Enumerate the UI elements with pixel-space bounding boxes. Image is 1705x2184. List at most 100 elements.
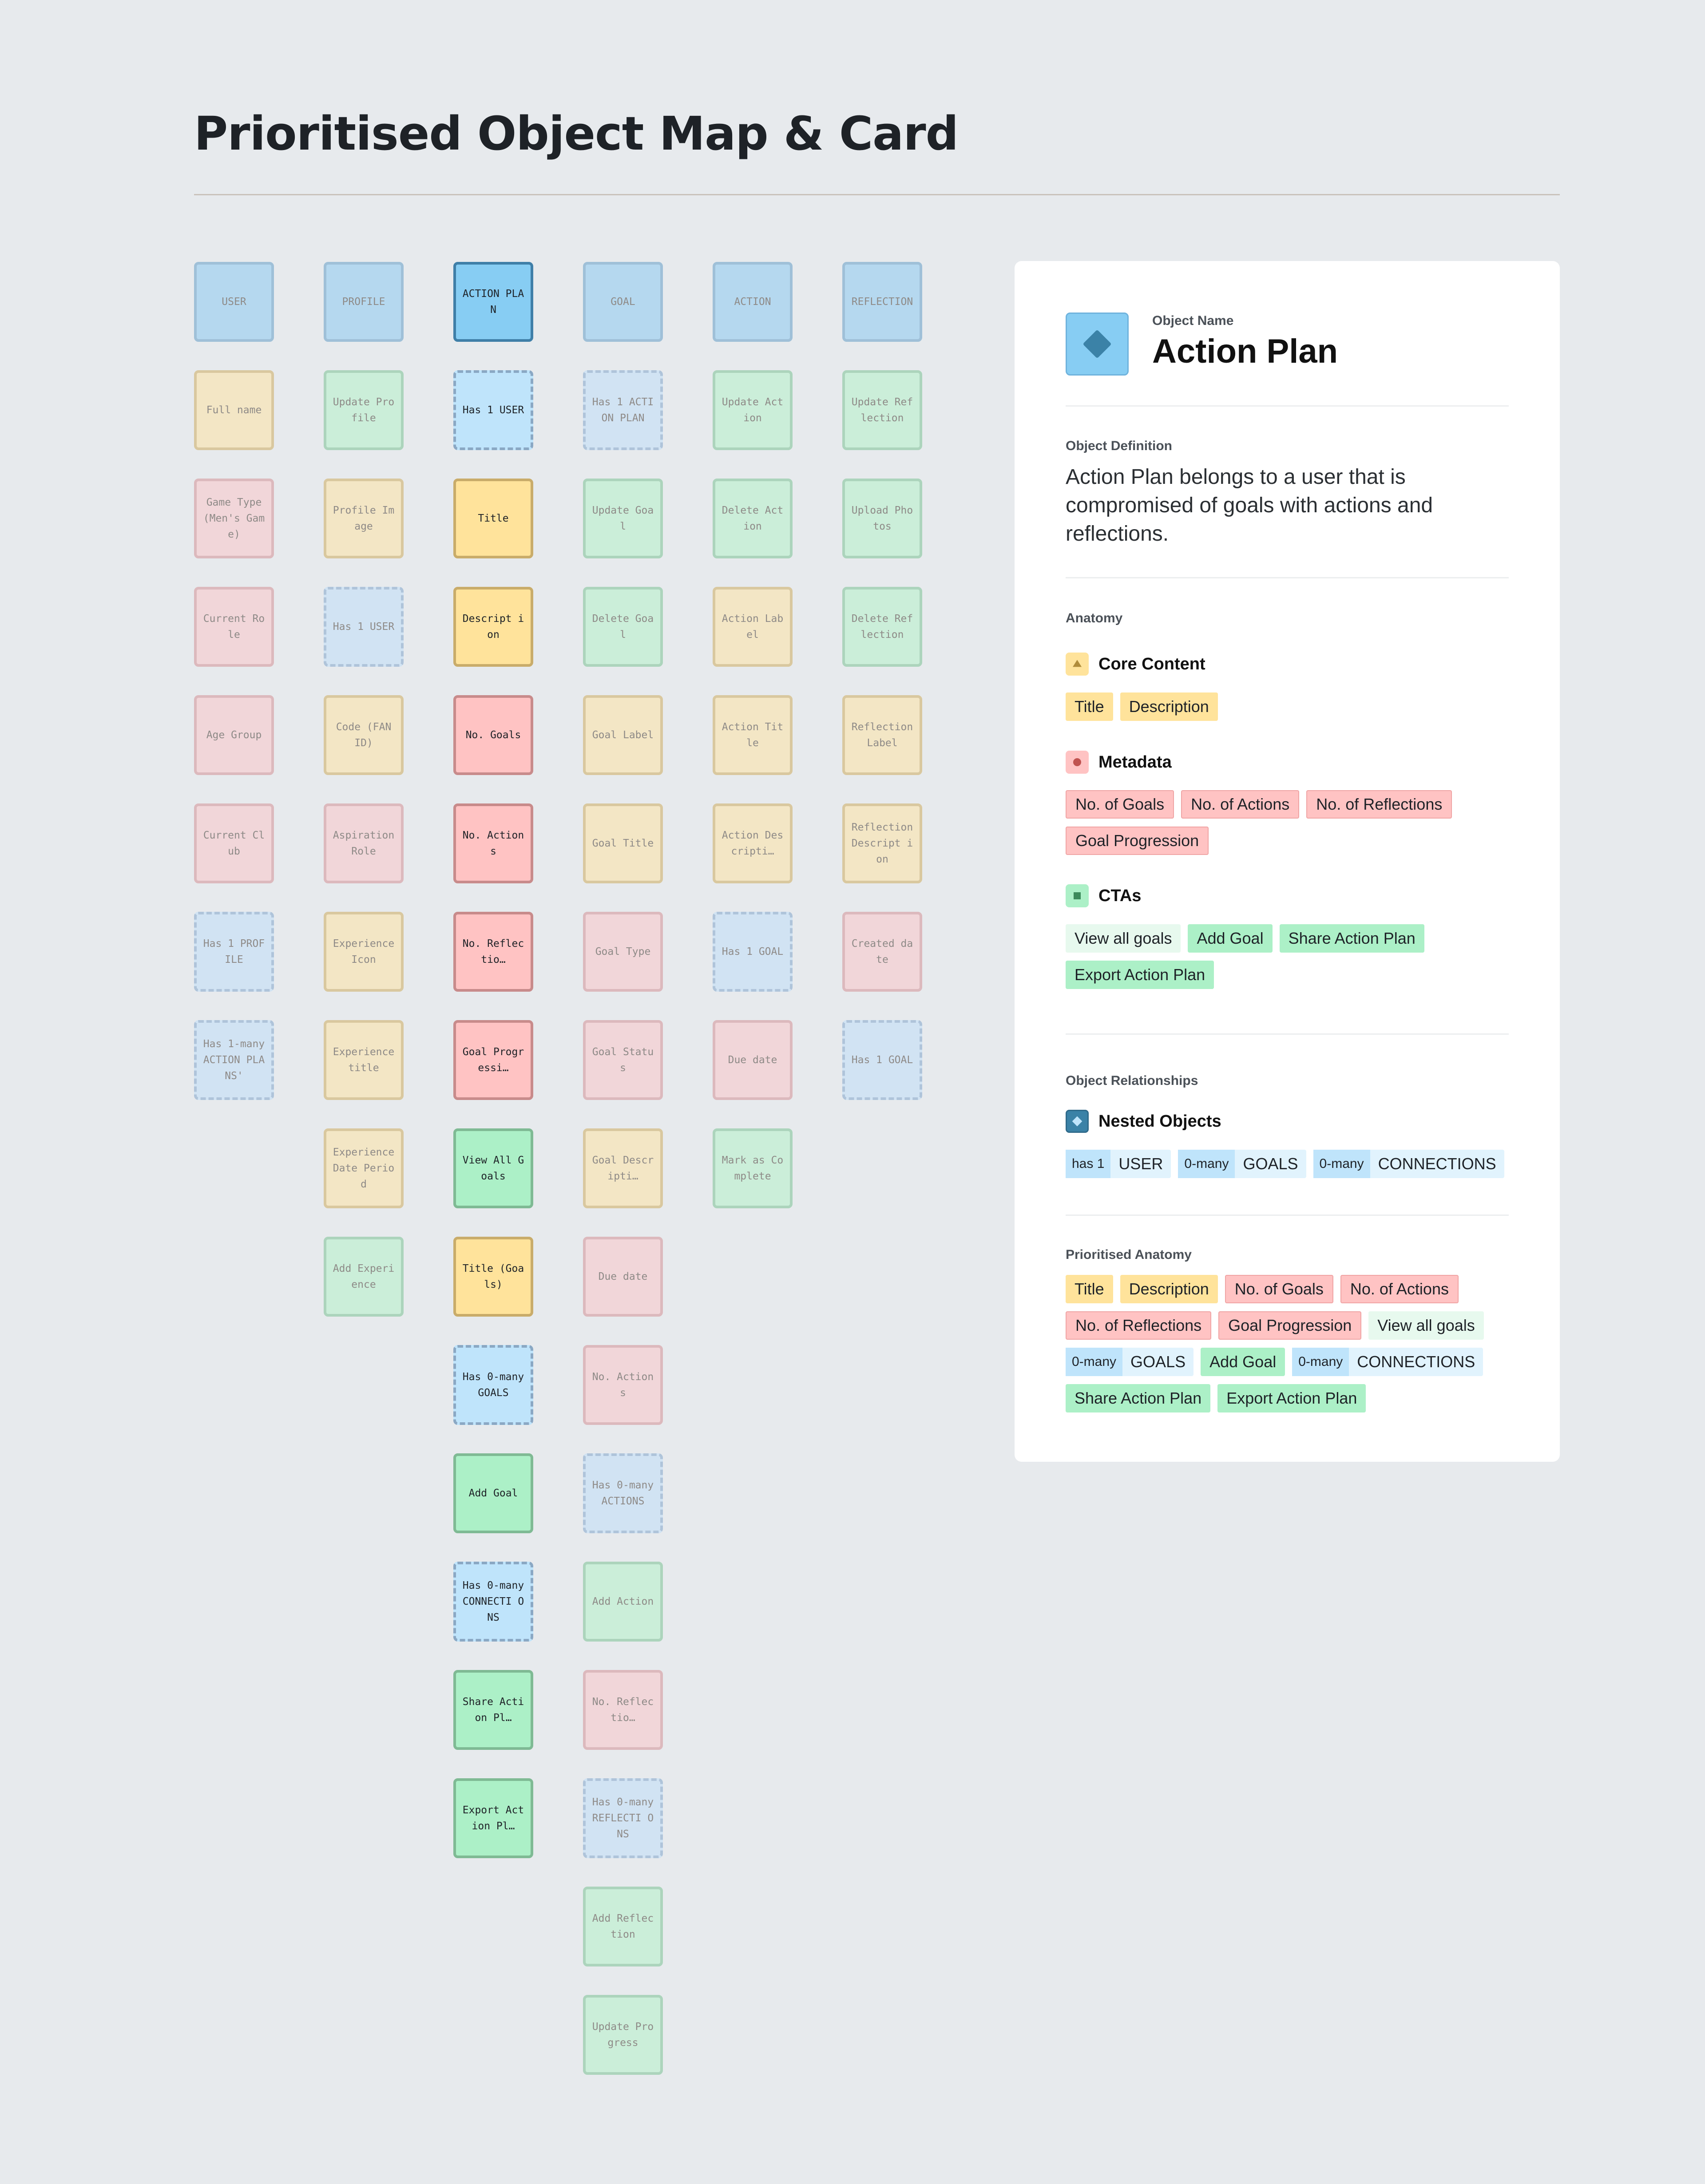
relationship-cardinality: 0-many <box>1066 1348 1123 1376</box>
map-cell-cta: Delete Action <box>713 479 793 558</box>
cta-tag: View all goals <box>1066 924 1181 953</box>
map-cell-nest: Has 1-many ACTION PLANS' <box>194 1020 274 1100</box>
map-cell-meta: Game Type (Men's Game) <box>194 479 274 558</box>
square-icon <box>1066 884 1089 907</box>
relationship-cardinality: has 1 <box>1066 1150 1111 1178</box>
metadata-tags: No. of Goals No. of Actions No. of Reflect… <box>1066 790 1514 855</box>
map-cell-core: Profile Image <box>324 479 404 558</box>
map-cell-cta: Add Experience <box>324 1237 404 1317</box>
map-cell-cta: Delete Reflection <box>842 587 922 667</box>
object-header-reflection: REFLECTION <box>842 262 922 342</box>
definition-label: Object Definition <box>1066 439 1172 453</box>
object-header-profile: PROFILE <box>324 262 404 342</box>
map-cell-cta: Mark as Complete <box>713 1128 793 1208</box>
anatomy-label: Anatomy <box>1066 611 1123 625</box>
map-cell-meta: Created date <box>842 912 922 992</box>
object-card: Object Name Action Plan Object Definitio… <box>1015 261 1560 1462</box>
map-cell-cta: Add Reflection <box>583 1887 663 1966</box>
prioritised-tag: No. of Goals <box>1225 1275 1333 1303</box>
divider <box>1066 405 1509 407</box>
map-cell-nest: Has 0-many REFLECTI ONS <box>583 1778 663 1858</box>
core-content-title: Core Content <box>1098 654 1205 673</box>
map-cell-core: Reflection Descript ion <box>842 803 922 883</box>
dot-icon <box>1066 751 1089 774</box>
prioritised-tag: No. of Actions <box>1340 1275 1459 1303</box>
object-header-action: ACTION <box>713 262 793 342</box>
map-cell-core: Action Title <box>713 695 793 775</box>
map-cell-cta: Update Action <box>713 370 793 450</box>
diamond-icon <box>1066 1110 1089 1133</box>
prioritised-tag: Add Goal <box>1201 1348 1285 1376</box>
map-cell-nest: Has 0-many ACTIONS <box>583 1453 663 1533</box>
core-content-heading: Core Content <box>1066 653 1205 676</box>
map-cell-nest: Has 1 GOAL <box>842 1020 922 1100</box>
prioritised-tag: View all goals <box>1368 1311 1484 1340</box>
metadata-tag: No. of Reflections <box>1306 790 1452 819</box>
relationship-cardinality: 0-many <box>1292 1348 1349 1376</box>
core-content-tag: Title <box>1066 692 1113 721</box>
map-cell-nest: Has 1 ACTION PLAN <box>583 370 663 450</box>
map-cell-nest: Has 1 USER <box>324 587 404 667</box>
relationship-cardinality: 0-many <box>1313 1150 1370 1178</box>
map-cell-core: Reflection Label <box>842 695 922 775</box>
object-header-user: USER <box>194 262 274 342</box>
nested-object-tag: has 1 USER <box>1066 1150 1171 1178</box>
map-cell-meta: Current Role <box>194 587 274 667</box>
object-definition: Action Plan belongs to a user that is co… <box>1066 465 1433 546</box>
relationship-cardinality: 0-many <box>1178 1150 1235 1178</box>
map-cell-core: Code (FAN ID) <box>324 695 404 775</box>
cta-tag: Add Goal <box>1188 924 1273 953</box>
diamond-icon <box>1066 313 1129 376</box>
prioritised-tag: Goal Progression <box>1218 1311 1362 1340</box>
core-content-tag: Description <box>1120 692 1218 721</box>
map-cell-nest: Has 0-many CONNECTI ONS <box>453 1562 533 1642</box>
map-cell-meta: Goal Progressi… <box>453 1020 533 1100</box>
map-cell-cta: Update Progress <box>583 1995 663 2075</box>
map-cell-core: Goal Descripti… <box>583 1128 663 1208</box>
map-cell-cta: Export Action Pl… <box>453 1778 533 1858</box>
nested-objects-heading: Nested Objects <box>1066 1110 1221 1133</box>
map-cell-core: Experience Date Period <box>324 1128 404 1208</box>
map-cell-core: Action Descripti… <box>713 803 793 883</box>
map-cell-core: Descript ion <box>453 587 533 667</box>
map-cell-meta: Age Group <box>194 695 274 775</box>
cta-tag: Share Action Plan <box>1279 924 1424 953</box>
object-header-action-plan: ACTION PLAN <box>453 262 533 342</box>
map-cell-cta: Add Goal <box>453 1453 533 1533</box>
map-cell-meta: Due date <box>583 1237 663 1317</box>
map-cell-core: Goal Title <box>583 803 663 883</box>
map-cell-meta: Goal Status <box>583 1020 663 1100</box>
map-cell-core: Full name <box>194 370 274 450</box>
map-cell-nest: Has 1 PROFILE <box>194 912 274 992</box>
map-cell-meta: Current Club <box>194 803 274 883</box>
ctas-title: CTAs <box>1098 886 1142 905</box>
divider <box>1066 1215 1509 1216</box>
relationship-object: GOALS <box>1243 1155 1298 1173</box>
prioritised-tag: Export Action Plan <box>1217 1384 1366 1412</box>
metadata-heading: Metadata <box>1066 751 1172 774</box>
metadata-tag: Goal Progression <box>1066 827 1209 855</box>
map-cell-core: Action Label <box>713 587 793 667</box>
relationship-object: CONNECTIONS <box>1378 1155 1496 1173</box>
prioritised-anatomy-tags: Title Description No. of Goals No. of Actio… <box>1066 1275 1514 1412</box>
map-cell-meta: Due date <box>713 1020 793 1100</box>
map-cell-meta: No. Reflectio… <box>583 1670 663 1750</box>
prioritised-tag: Share Action Plan <box>1066 1384 1211 1412</box>
relationship-object: USER <box>1118 1155 1163 1173</box>
nested-objects-title: Nested Objects <box>1098 1112 1221 1131</box>
map-cell-cta: Delete Goal <box>583 587 663 667</box>
triangle-icon <box>1066 653 1089 676</box>
map-cell-meta: Aspiration Role <box>324 803 404 883</box>
map-cell-core: Title <box>453 479 533 558</box>
nested-object-tag: 0-many CONNECTIONS <box>1313 1150 1504 1178</box>
metadata-tag: No. of Actions <box>1181 790 1300 819</box>
map-cell-cta: Update Reflection <box>842 370 922 450</box>
object-name: Action Plan <box>1152 332 1338 370</box>
map-cell-meta: Goal Type <box>583 912 663 992</box>
object-name-label: Object Name <box>1152 313 1234 328</box>
core-content-tags: Title Description <box>1066 692 1514 721</box>
map-cell-cta: Share Action Pl… <box>453 1670 533 1750</box>
map-cell-meta: No. Actions <box>583 1345 663 1425</box>
relationship-object: GOALS <box>1130 1353 1186 1371</box>
map-cell-nest: Has 1 USER <box>453 370 533 450</box>
